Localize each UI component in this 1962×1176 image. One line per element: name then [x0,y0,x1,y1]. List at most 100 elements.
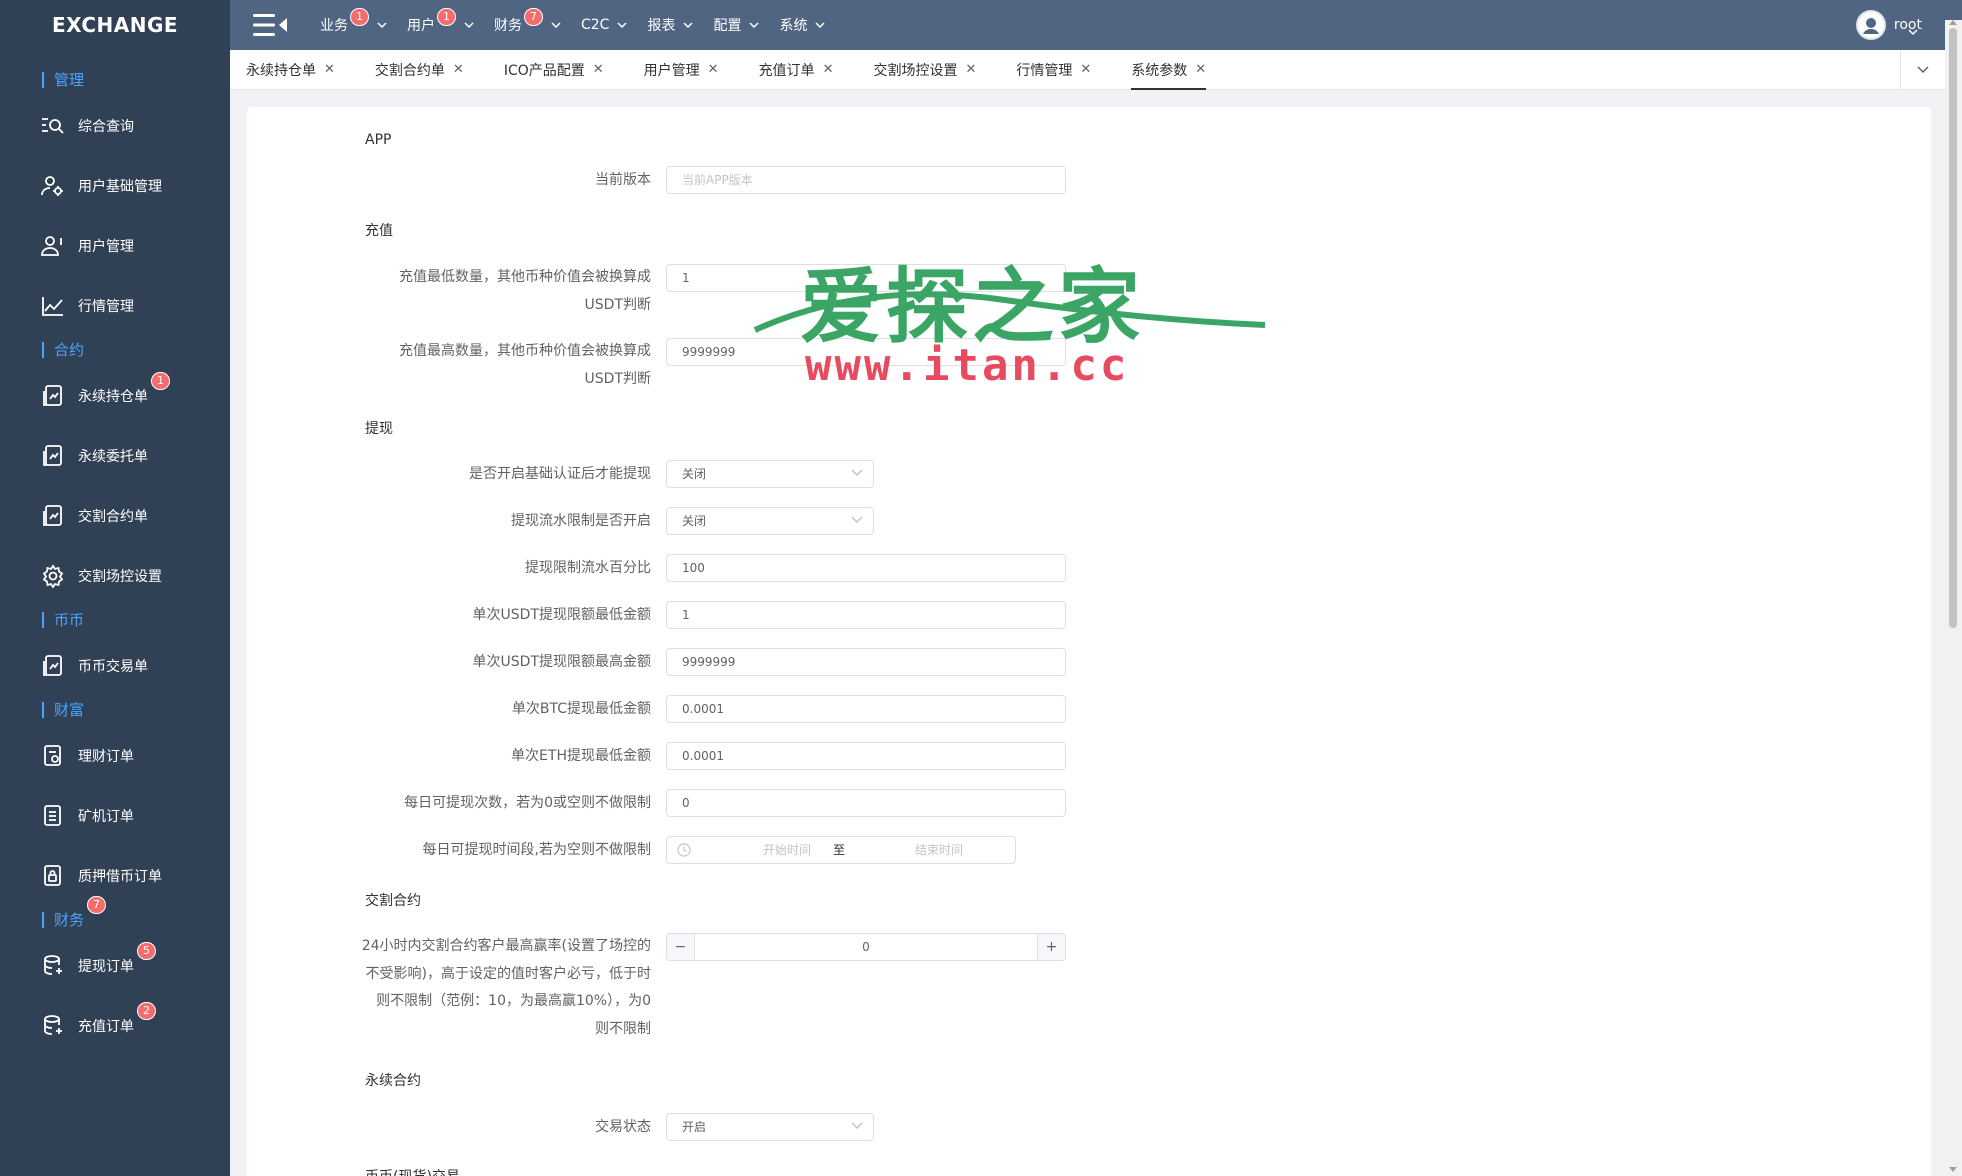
top-menu-users[interactable]: 用户 1 [397,0,484,50]
daily-count-input[interactable]: 0 [666,789,1066,817]
btc-min-input[interactable]: 0.0001 [666,695,1066,723]
decrement-button[interactable]: − [667,934,695,960]
sidebar-item-pledge-orders[interactable]: 质押借币订单 [0,856,230,896]
tab-perpetual-positions[interactable]: 永续持仓单 ✕ [246,50,351,90]
document-chart-icon [40,443,66,469]
app-version-input[interactable]: 当前APP版本 [666,166,1066,194]
chevron-down-icon [1917,66,1929,74]
sidebar-group-contract: 合约 [42,340,84,360]
close-icon[interactable]: ✕ [453,62,464,77]
sidebar-item-withdraw-orders[interactable]: 提现订单 5 [0,942,230,986]
withdraw-flow-pct-input[interactable]: 100 [666,554,1066,582]
app-version-label: 当前版本 [595,172,651,188]
sidebar-item-spot-orders[interactable]: 币币交易单 [0,646,230,686]
delivery-rate-value[interactable]: 0 [695,934,1037,960]
chevron-down-icon [617,22,627,29]
top-menu-system[interactable]: 系统 [769,0,835,50]
gear-icon [40,563,66,589]
sidebar-item-label: 提现订单 5 [78,942,156,976]
sidebar-group-coin: 币币 [42,610,84,630]
sidebar-item-market[interactable]: 行情管理 [0,286,230,326]
time-range-picker[interactable]: 开始时间 至 结束时间 [666,836,1016,864]
document-chart-icon [40,653,66,679]
chevron-down-icon [749,22,759,29]
withdraw-flow-select[interactable]: 关闭 [666,507,874,535]
usdt-max-input[interactable]: 9999999 [666,648,1066,676]
close-icon[interactable]: ✕ [1195,62,1206,77]
section-title-spot: 币币(现货)交易 [365,1166,460,1176]
scroll-up-icon[interactable] [1949,20,1957,25]
eth-min-label: 单次ETH提现最低金额 [511,748,651,764]
tab-bar: 永续持仓单 ✕ 交割合约单 ✕ ICO产品配置 ✕ 用户管理 ✕ 充值订单 ✕ 交割场控设… [230,50,1945,90]
end-time-input[interactable]: 结束时间 [889,837,989,863]
sidebar-item-overview[interactable]: 综合查询 [0,106,230,146]
section-title-delivery: 交割合约 [365,893,421,909]
tab-system-params[interactable]: 系统参数 ✕ [1131,50,1222,90]
close-icon[interactable]: ✕ [708,62,719,77]
trade-status-select[interactable]: 开启 [666,1113,874,1141]
sidebar-item-recharge-orders[interactable]: 充值订单 2 [0,1002,230,1046]
chevron-down-icon [815,22,825,29]
sidebar-item-perpetual-orders[interactable]: 永续委托单 [0,436,230,476]
tab-ico-config[interactable]: ICO产品配置 ✕ [504,50,620,90]
scrollbar-thumb[interactable] [1949,28,1957,628]
user-icon [40,233,66,259]
vertical-scrollbar[interactable] [1945,20,1962,1176]
tabs-more-dropdown[interactable] [1900,50,1945,90]
count-badge: 1 [350,8,369,26]
close-icon[interactable]: ✕ [1080,62,1091,77]
usdt-min-input[interactable]: 1 [666,601,1066,629]
menu-toggle-icon[interactable] [252,12,288,38]
top-menu-c2c[interactable]: C2C [571,0,637,50]
user-menu[interactable]: root [1855,0,1922,50]
sidebar-item-users[interactable]: 用户管理 [0,226,230,266]
withdraw-flow-pct-label: 提现限制流水百分比 [525,560,651,576]
sidebar-item-delivery-orders[interactable]: 交割合约单 [0,496,230,536]
section-title-perpetual: 永续合约 [365,1073,421,1089]
sidebar-item-label: 充值订单 2 [78,1002,156,1036]
recharge-min-input[interactable]: 1 [666,264,1066,292]
close-icon[interactable]: ✕ [593,62,604,77]
sidebar-item-label: 用户基础管理 [78,179,162,195]
chevron-down-icon [683,22,693,29]
tab-market[interactable]: 行情管理 ✕ [1016,50,1107,90]
count-badge: 5 [137,942,156,960]
delivery-rate-stepper[interactable]: − 0 + [666,933,1066,961]
sidebar-item-label: 交割场控设置 [78,569,162,585]
top-menu-config[interactable]: 配置 [703,0,769,50]
close-icon[interactable]: ✕ [823,62,834,77]
sidebar-item-delivery-control[interactable]: 交割场控设置 [0,556,230,596]
tab-user-management[interactable]: 用户管理 ✕ [644,50,735,90]
sidebar-item-wealth-orders[interactable]: 理财订单 [0,736,230,776]
tab-delivery-control[interactable]: 交割场控设置 ✕ [873,50,992,90]
sidebar-item-user-basic[interactable]: 用户基础管理 [0,166,230,206]
tab-delivery-orders[interactable]: 交割合约单 ✕ [375,50,480,90]
chevron-down-icon [464,22,474,29]
sidebar-item-miner-orders[interactable]: 矿机订单 [0,796,230,836]
chevron-down-icon [851,469,863,477]
top-menu-reports[interactable]: 报表 [637,0,703,50]
database-icon [40,953,66,979]
start-time-input[interactable]: 开始时间 [737,837,837,863]
sidebar-item-perpetual-positions[interactable]: 永续持仓单 1 [0,372,230,416]
recharge-max-input[interactable]: 9999999 [666,338,1066,366]
tab-recharge-orders[interactable]: 充值订单 ✕ [759,50,850,90]
trade-status-label: 交易状态 [595,1119,651,1135]
section-title-withdraw: 提现 [365,421,393,437]
document-icon [40,743,66,769]
close-icon[interactable]: ✕ [965,62,976,77]
chevron-down-icon [851,1122,863,1130]
eth-min-input[interactable]: 0.0001 [666,742,1066,770]
sidebar-item-label: 用户管理 [78,239,134,255]
scroll-down-icon[interactable] [1949,1167,1957,1172]
chevron-down-icon [377,22,387,29]
top-menu-business[interactable]: 业务 1 [310,0,397,50]
count-badge: 7 [87,896,107,914]
top-menu-finance[interactable]: 财务 7 [484,0,571,50]
time-range-label: 每日可提现时间段,若为空则不做限制 [422,842,651,858]
increment-button[interactable]: + [1037,934,1065,960]
sidebar-item-label: 币币交易单 [78,659,148,675]
close-icon[interactable]: ✕ [324,62,335,77]
withdraw-kyc-select[interactable]: 关闭 [666,460,874,488]
database-icon [40,1013,66,1039]
